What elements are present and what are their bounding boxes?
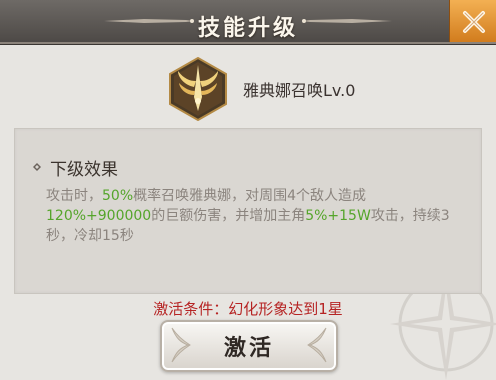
diamond-bullet-icon	[33, 163, 41, 171]
skill-name: 雅典娜召唤Lv.0	[243, 81, 356, 100]
title-bar: 技能升级	[0, 0, 496, 45]
title-ornament-right-icon	[302, 19, 392, 23]
activate-button[interactable]: 激活	[160, 320, 338, 372]
close-button[interactable]	[449, 0, 496, 44]
desc-part: 攻击时，	[46, 188, 102, 204]
button-wing-right-icon	[307, 327, 327, 363]
dialog-title: 技能升级	[197, 16, 298, 41]
close-icon	[463, 11, 485, 33]
effect-description: 攻击时，50%概率召唤雅典娜，对周围4个敌人造成 120%+900000的巨额伤害…	[46, 186, 466, 246]
skill-icon	[169, 57, 227, 121]
desc-highlight: 5%+15W	[305, 208, 371, 224]
section-title: 下级效果	[50, 160, 118, 180]
desc-part: 的巨额伤害，并增加主角	[151, 208, 306, 224]
desc-part: 概率召唤雅典娜，对周围4个敌人造成	[133, 188, 367, 204]
skill-upgrade-dialog: 技能升级 雅典娜召唤Lv.0 下级效果 攻击时，50%概率召唤雅典娜，对周围4个…	[0, 0, 496, 380]
desc-highlight: 50%	[102, 188, 134, 204]
activation-condition: 激活条件：幻化形象达到1星	[153, 300, 343, 318]
desc-highlight: 120%+900000	[46, 208, 152, 224]
